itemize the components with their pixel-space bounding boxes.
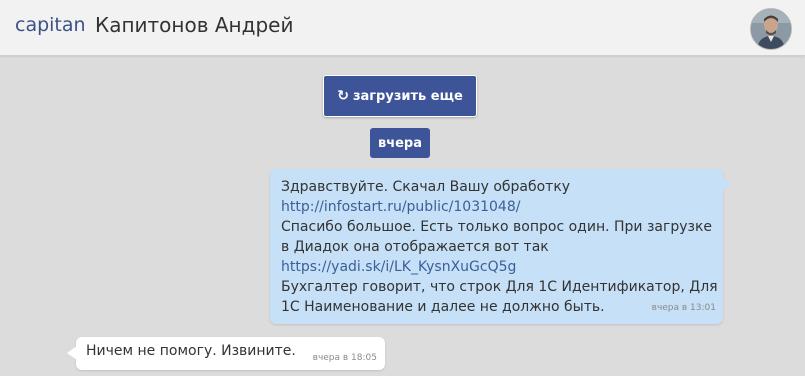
load-more-button[interactable]: ↻ загрузить еще bbox=[323, 75, 477, 117]
refresh-icon: ↻ bbox=[337, 88, 349, 104]
message-link[interactable]: https://yadi.sk/i/LK_KysnXuGcQ5g bbox=[281, 257, 713, 277]
incoming-message: Ничем не помогу. Извините. вчера в 18:05 bbox=[67, 337, 385, 370]
message-link[interactable]: http://infostart.ru/public/1031048/ bbox=[281, 197, 713, 217]
message-line: Бухгалтер говорит, что строк Для 1С Иден… bbox=[281, 279, 718, 295]
avatar[interactable] bbox=[750, 8, 792, 50]
message-timestamp: вчера в 18:05 bbox=[312, 353, 377, 363]
load-more-label: загрузить еще bbox=[352, 88, 463, 104]
date-separator: вчера bbox=[370, 128, 430, 158]
person-avatar-icon bbox=[751, 9, 791, 49]
user-full-name[interactable]: Капитонов Андрей bbox=[95, 13, 293, 37]
user-login[interactable]: capitan bbox=[15, 14, 86, 36]
message-line: Спасибо большое. Есть только вопрос один… bbox=[281, 219, 713, 235]
outgoing-message: Здравствуйте. Скачал Вашу обработку http… bbox=[270, 169, 732, 324]
message-timestamp: вчера в 13:01 bbox=[651, 303, 716, 313]
message-text: Ничем не помогу. Извините. bbox=[86, 343, 296, 359]
chat-header: capitan Капитонов Андрей bbox=[0, 0, 805, 56]
message-line: в Диадок она отображается вот так bbox=[281, 239, 549, 255]
message-line: Здравствуйте. Скачал Вашу обработку bbox=[281, 179, 571, 195]
message-line: 1С Наименование и далее не должно быть. bbox=[281, 299, 605, 315]
